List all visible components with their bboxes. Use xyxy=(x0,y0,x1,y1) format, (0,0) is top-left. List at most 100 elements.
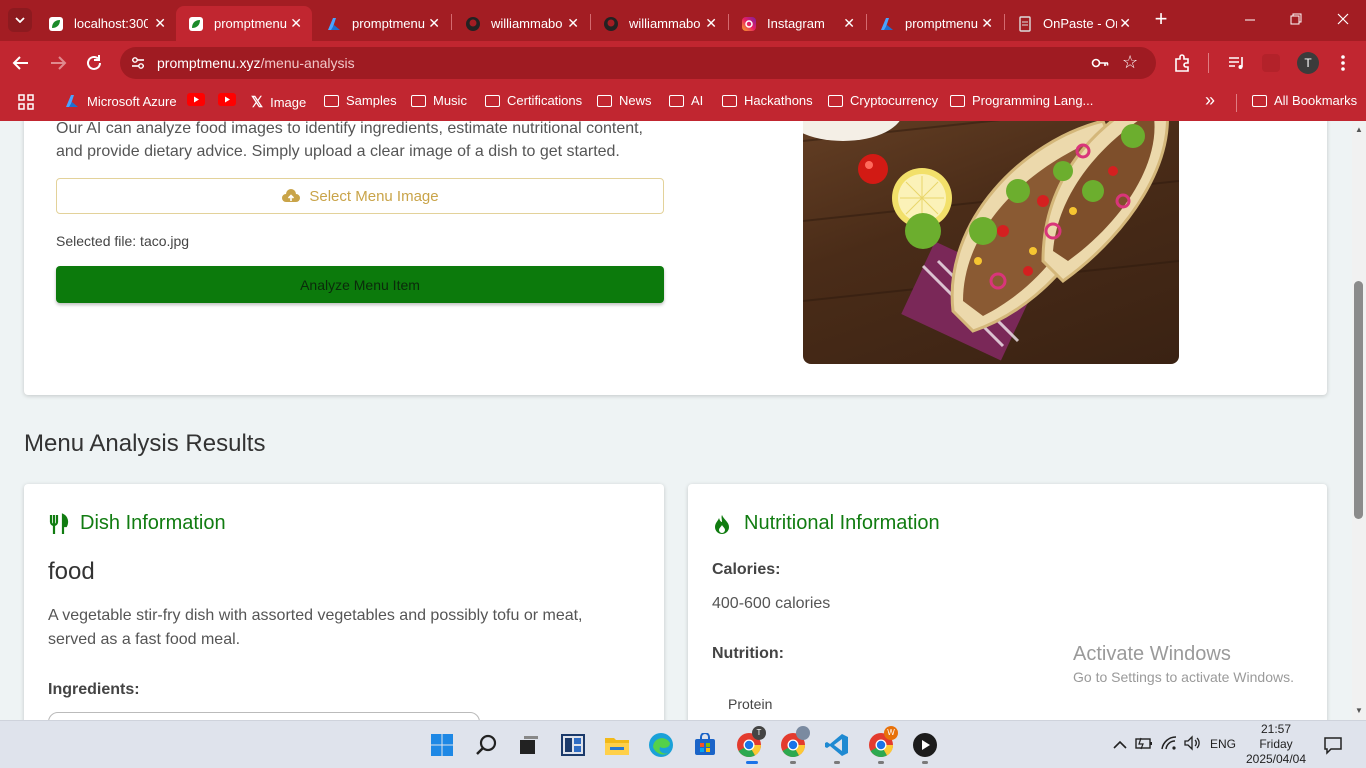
folder-icon xyxy=(669,94,684,107)
widgets-button[interactable] xyxy=(559,731,587,759)
dish-info-header: Dish Information xyxy=(48,512,226,535)
bookmark-image[interactable]: 𝕏 Image xyxy=(251,93,306,111)
close-icon[interactable]: ✕ xyxy=(1119,15,1131,32)
close-icon[interactable]: ✕ xyxy=(290,15,302,32)
wifi-icon[interactable] xyxy=(1160,735,1178,756)
task-view-icon xyxy=(520,736,538,754)
bookmark-folder-ai[interactable]: AI xyxy=(669,93,703,108)
folder-icon xyxy=(411,94,426,107)
task-view-button[interactable] xyxy=(515,731,543,759)
tab-title: Instagram xyxy=(767,16,825,31)
bookmark-youtube-2[interactable] xyxy=(218,93,236,109)
notification-icon[interactable] xyxy=(1323,735,1343,760)
scroll-down-icon[interactable]: ▼ xyxy=(1355,706,1363,715)
bookmark-folder-samples[interactable]: Samples xyxy=(324,93,397,108)
reload-icon xyxy=(87,55,101,70)
chrome-profile-3-button[interactable]: W xyxy=(867,726,898,759)
close-icon[interactable]: ✕ xyxy=(981,15,993,32)
tab-instagram[interactable]: Instagram ✕ xyxy=(729,6,865,41)
tab-github-2[interactable]: williammabo ✕ xyxy=(591,6,727,41)
folder-icon xyxy=(485,94,500,107)
volume-icon[interactable] xyxy=(1183,735,1201,756)
folder-icon xyxy=(950,94,965,107)
github-icon xyxy=(603,16,619,32)
bookmark-folder-programming[interactable]: Programming Lang... xyxy=(950,93,1093,108)
youtube-icon xyxy=(187,93,205,109)
tab-localhost[interactable]: localhost:3000 ✕ xyxy=(36,6,176,41)
vscode-button[interactable] xyxy=(823,731,851,759)
tab-title: promptmenu xyxy=(905,16,978,31)
tab-onpaste[interactable]: OnPaste - Or ✕ xyxy=(1005,6,1141,41)
new-tab-button[interactable]: + xyxy=(1150,8,1172,31)
selected-file-text: Selected file: taco.jpg xyxy=(56,233,190,249)
tray-overflow-icon[interactable] xyxy=(1113,737,1127,755)
minimize-button[interactable] xyxy=(1240,9,1260,29)
analyze-button[interactable]: Analyze Menu Item xyxy=(56,266,664,303)
ingredient-chip xyxy=(48,712,480,720)
search-button[interactable] xyxy=(472,731,500,759)
menu-kebab-icon[interactable] xyxy=(1335,53,1351,78)
bookmark-folder-cryptocurrency[interactable]: Cryptocurrency xyxy=(828,93,938,108)
close-icon[interactable]: ✕ xyxy=(705,15,717,32)
calories-value: 400-600 calories xyxy=(712,595,831,612)
url-domain: promptmenu.xyz xyxy=(157,55,261,71)
clock[interactable]: 21:57 Friday 2025/04/04 xyxy=(1240,722,1312,767)
store-button[interactable] xyxy=(691,731,719,759)
extension-pin-icon[interactable] xyxy=(1262,54,1280,72)
leaf-icon xyxy=(188,16,204,32)
bookmark-star-icon[interactable]: ☆ xyxy=(1122,52,1138,73)
tab-promptmenu-azure-2[interactable]: promptmenu ✕ xyxy=(867,6,1003,41)
dish-info-card: Dish Information food A vegetable stir-f… xyxy=(24,484,664,720)
select-image-button[interactable]: Select Menu Image xyxy=(56,178,664,214)
input-language[interactable]: ENG xyxy=(1210,737,1236,751)
folder-icon xyxy=(324,94,339,107)
bookmark-folder-hackathons[interactable]: Hackathons xyxy=(722,93,813,108)
key-icon[interactable] xyxy=(1090,53,1110,76)
address-bar[interactable]: promptmenu.xyz/menu-analysis ☆ xyxy=(120,47,1156,79)
close-window-button[interactable] xyxy=(1333,9,1353,29)
extensions-icon[interactable] xyxy=(1173,53,1193,78)
restore-button[interactable] xyxy=(1286,9,1306,29)
tab-github-1[interactable]: williammabo ✕ xyxy=(453,6,589,41)
edge-button[interactable] xyxy=(647,731,675,759)
azure-icon xyxy=(879,16,895,32)
battery-icon[interactable] xyxy=(1135,736,1153,755)
chrome-button-active[interactable]: T xyxy=(735,726,766,759)
dish-description: A vegetable stir-fry dish with assorted … xyxy=(48,607,583,648)
widgets-icon xyxy=(561,734,585,756)
back-button[interactable] xyxy=(10,52,32,79)
chrome-profile-2-button[interactable] xyxy=(779,726,810,759)
scrollbar-thumb[interactable] xyxy=(1354,281,1363,519)
start-button[interactable] xyxy=(428,731,456,759)
close-icon[interactable]: ✕ xyxy=(843,15,855,32)
media-controls-icon[interactable] xyxy=(1227,53,1247,78)
apps-grid-icon[interactable] xyxy=(18,94,34,113)
ingredients-label: Ingredients: xyxy=(48,681,140,698)
media-player-button[interactable] xyxy=(911,731,939,759)
bookmark-folder-certifications[interactable]: Certifications xyxy=(485,93,582,108)
file-explorer-button[interactable] xyxy=(603,731,631,759)
scroll-up-icon[interactable]: ▲ xyxy=(1355,125,1363,134)
bookmark-youtube-1[interactable] xyxy=(187,93,205,109)
bookmark-microsoft-azure[interactable]: Microsoft Azure xyxy=(64,93,177,109)
tab-promptmenu-active[interactable]: promptmenu ✕ xyxy=(176,6,312,41)
reload-button[interactable] xyxy=(83,52,105,79)
bookmark-folder-music[interactable]: Music xyxy=(411,93,467,108)
store-icon xyxy=(695,733,715,755)
close-icon[interactable]: ✕ xyxy=(567,15,579,32)
more-bookmarks-button[interactable]: » xyxy=(1205,90,1215,111)
site-info-icon[interactable] xyxy=(128,53,148,73)
close-icon[interactable]: ✕ xyxy=(154,15,166,32)
bookmark-folder-news[interactable]: News xyxy=(597,93,652,108)
profile-badge xyxy=(796,726,810,740)
url-text: promptmenu.xyz/menu-analysis xyxy=(157,55,355,71)
upload-card: Our AI can analyze food images to identi… xyxy=(24,121,1327,395)
all-bookmarks-button[interactable]: All Bookmarks xyxy=(1252,93,1357,108)
tab-promptmenu-azure[interactable]: promptmenu ✕ xyxy=(314,6,450,41)
profile-avatar[interactable]: T xyxy=(1297,52,1319,74)
forward-button[interactable] xyxy=(47,52,69,79)
folder-icon xyxy=(828,94,843,107)
tab-search-button[interactable] xyxy=(8,8,32,32)
close-icon[interactable]: ✕ xyxy=(428,15,440,32)
tab-title: localhost:3000 xyxy=(74,16,148,31)
